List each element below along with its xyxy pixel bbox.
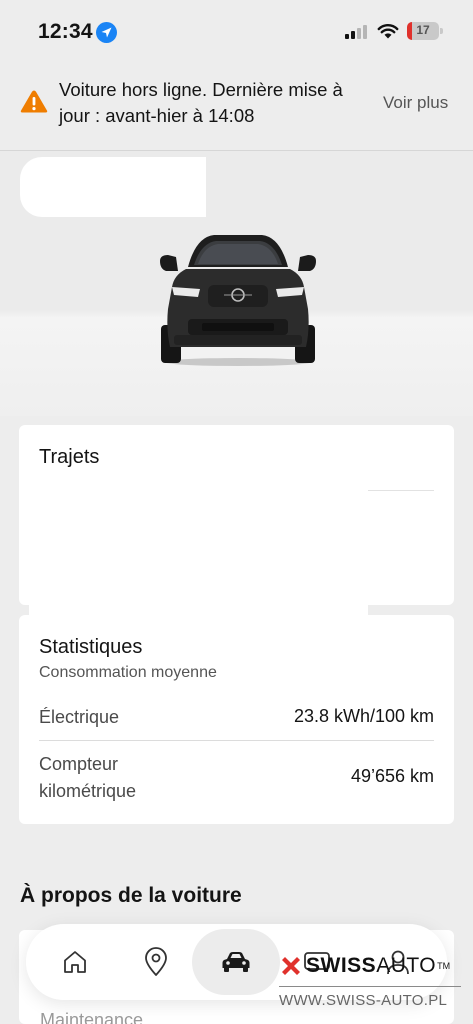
home-icon bbox=[64, 951, 86, 973]
battery-level: 17 bbox=[416, 23, 430, 37]
car-icon bbox=[222, 952, 250, 972]
watermark-logo: SWISS AUTO TM bbox=[279, 954, 450, 978]
tab-home[interactable] bbox=[45, 924, 105, 1000]
car-image bbox=[160, 235, 316, 366]
statistics-title: Statistiques bbox=[39, 636, 143, 658]
watermark: SWISS AUTO TM WWW.SWISS-AUTO.PL bbox=[279, 950, 461, 1016]
watermark-tm: TM bbox=[437, 961, 451, 971]
battery-icon: 17 bbox=[407, 22, 439, 40]
see-more-link[interactable]: Voir plus bbox=[383, 93, 448, 113]
watermark-brand-bold: SWISS bbox=[306, 954, 377, 977]
trips-card[interactable]: Trajets bbox=[19, 425, 454, 605]
offline-message: Voiture hors ligne. Dernière mise à jour… bbox=[59, 79, 343, 126]
stat-divider bbox=[39, 740, 434, 741]
swiss-cross-icon bbox=[282, 957, 300, 975]
car-name-placeholder bbox=[20, 157, 206, 217]
trips-divider bbox=[368, 490, 434, 491]
stat-value-electric: 23.8 kWh/100 km bbox=[293, 706, 434, 726]
stat-label-odometer: Compteur kilométrique bbox=[39, 754, 137, 801]
statistics-subtitle: Consommation moyenne bbox=[39, 664, 217, 681]
tab-map[interactable] bbox=[126, 924, 186, 1000]
offline-banner: Voiture hors ligne. Dernière mise à jour… bbox=[0, 62, 473, 151]
status-time: 12:34 bbox=[38, 20, 93, 43]
statistics-card[interactable]: Statistiques Consommation moyenne Électr… bbox=[19, 615, 454, 824]
trips-overlay bbox=[29, 605, 368, 615]
watermark-url: WWW.SWISS-AUTO.PL bbox=[279, 992, 448, 1009]
maintenance-item[interactable]: Maintenance bbox=[40, 1010, 143, 1024]
watermark-brand-light: AUTO bbox=[376, 954, 437, 977]
status-bar: 12:34 17 bbox=[0, 0, 473, 62]
car-hero-section bbox=[0, 151, 473, 416]
location-pin-icon bbox=[145, 947, 167, 976]
stat-value-odometer: 49’656 km bbox=[350, 766, 434, 786]
cell-signal-icon bbox=[345, 25, 369, 39]
location-arrow-icon bbox=[96, 22, 117, 43]
stat-label-electric: Électrique bbox=[39, 707, 120, 727]
about-car-title: À propos de la voiture bbox=[20, 884, 242, 907]
wifi-icon bbox=[377, 23, 399, 45]
trips-title: Trajets bbox=[39, 446, 100, 468]
warning-triangle-icon bbox=[20, 89, 48, 119]
tab-car[interactable] bbox=[206, 924, 266, 1000]
